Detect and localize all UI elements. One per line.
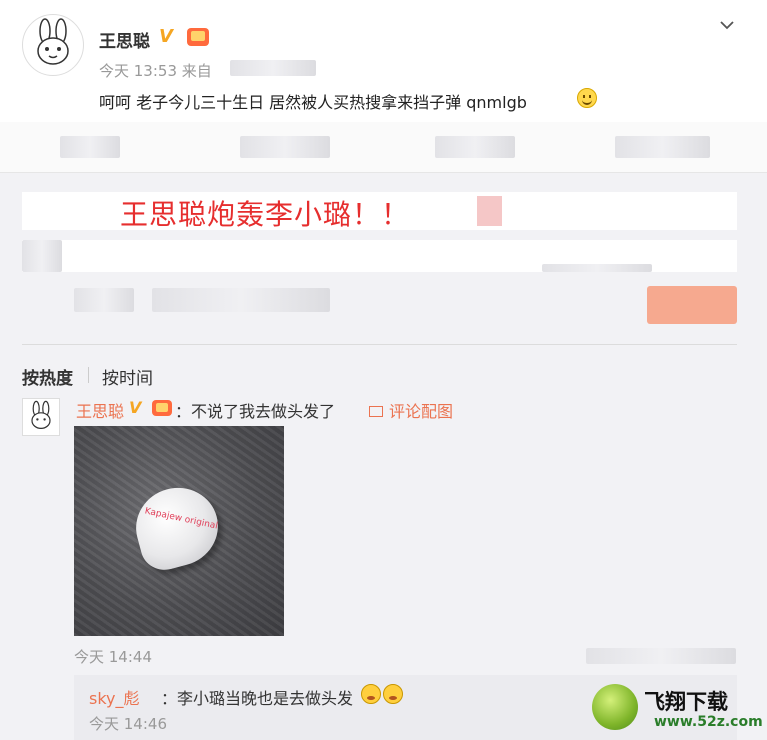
reply-text: ：李小璐当晚也是去做头发 (161, 689, 354, 708)
comment-text: ：不说了我去做头发了 (175, 402, 336, 421)
weibo-post-card: 王思聪 V 今天 13:53 来自 呵呵 老子今儿三十生日 居然被人买热搜拿来挡… (0, 0, 767, 123)
author-avatar[interactable] (22, 14, 84, 76)
post-time[interactable]: 今天 13:53 (99, 62, 177, 80)
headline-redacted (477, 196, 502, 226)
crown-badge-icon (152, 400, 172, 416)
tab-sort-by-time[interactable]: 按时间 (102, 364, 153, 389)
like-button[interactable] (435, 136, 515, 158)
tab-divider (88, 367, 89, 383)
post-source-prefix: 来自 (181, 62, 212, 80)
forward-button[interactable] (60, 136, 120, 158)
comment-time: 今天 14:44 (74, 648, 152, 666)
giggle-emoji-icon (361, 684, 381, 704)
comment-composer-redacted[interactable] (22, 240, 737, 272)
submit-comment-button[interactable] (647, 286, 737, 324)
image-icon (369, 406, 383, 417)
watermark-url: www.52z.com (654, 714, 763, 730)
post-author-name[interactable]: 王思聪 (99, 27, 150, 52)
post-text: 呵呵 老子今儿三十生日 居然被人买热搜拿来挡子弹 qnmlgb (99, 93, 527, 112)
headline-banner: 王思聪炮轰李小璐！！ (22, 192, 737, 231)
comment-author-name[interactable]: 王思聪 (76, 398, 124, 422)
reply-with-picture-label: 评论配图 (389, 402, 454, 421)
comment-button[interactable] (240, 136, 330, 158)
watermark-logo-icon (592, 684, 638, 730)
crown-badge-icon (187, 28, 209, 46)
verified-badge-icon: V (129, 398, 142, 417)
rabbit-avatar-icon (31, 400, 51, 429)
reply-time: 今天 14:46 (89, 715, 167, 733)
post-source-redacted (230, 60, 316, 76)
post-action-bar (0, 122, 767, 173)
smile-emoji-icon (577, 88, 597, 108)
post-meta: 今天 13:53 来自 (99, 60, 212, 81)
watermark-title: 飞翔下载 (644, 690, 728, 714)
site-watermark: 飞翔下载 www.52z.com (592, 680, 763, 736)
share-button[interactable] (615, 136, 710, 158)
giggle-emoji-icon (383, 684, 403, 704)
divider (22, 344, 737, 345)
reply-with-picture-link[interactable]: 评论配图 (369, 398, 453, 422)
comment-photo[interactable]: Kapajew original (74, 426, 284, 636)
chevron-down-icon[interactable] (720, 18, 734, 32)
composer-toolbar-redacted (22, 284, 737, 324)
comment-author-avatar[interactable] (22, 398, 60, 436)
verified-badge-icon: V (159, 26, 173, 47)
comment-actions-redacted[interactable] (586, 648, 736, 664)
tab-sort-by-hot[interactable]: 按热度 (22, 364, 73, 389)
headline-text: 王思聪炮轰李小璐！！ (120, 198, 411, 231)
reply-author-name[interactable]: sky_彪 (89, 685, 140, 709)
rabbit-avatar-icon (37, 18, 69, 65)
